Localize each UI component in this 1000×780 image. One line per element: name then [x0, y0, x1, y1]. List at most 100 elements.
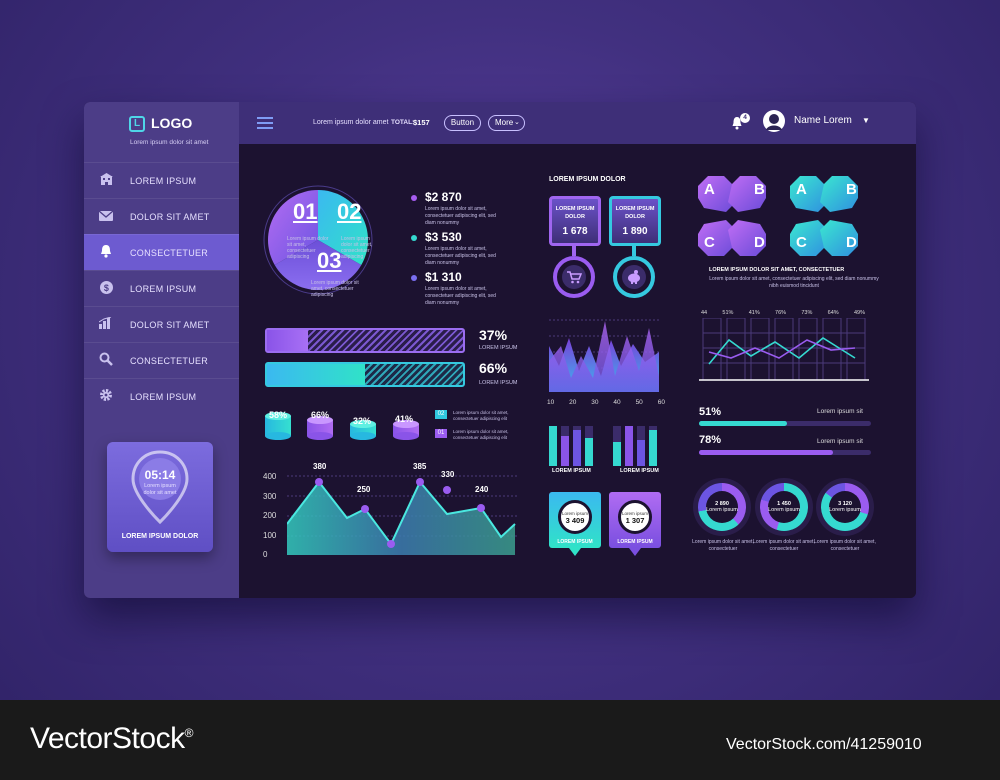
user-name[interactable]: Name Lorem — [794, 115, 852, 126]
piggy-icon-circle — [613, 256, 655, 298]
logo-text: LOGO — [151, 115, 193, 131]
abcd-letter: B — [754, 181, 765, 198]
cylinder-label: 41% — [395, 414, 414, 424]
cylinder-label: 66% — [311, 410, 330, 420]
donut-3[interactable]: 3 120 Lorem ipsum — [816, 478, 874, 536]
gear-icon — [98, 388, 114, 405]
progress-percent: 37% — [479, 327, 508, 343]
sidebar-item-label: LOREM IPSUM — [130, 283, 197, 294]
donut-caption: Lorem ipsum dolor sit amet, consectetuer — [814, 539, 876, 552]
data-label: 240 — [475, 485, 489, 494]
user-menu-chevron-icon[interactable]: ▼ — [862, 116, 870, 125]
legend-badge: 02 — [435, 410, 447, 419]
data-label: 380 — [313, 462, 327, 471]
total-value: $157 — [413, 118, 430, 127]
more-dropdown[interactable]: More ⌄ — [488, 115, 525, 131]
data-point[interactable] — [477, 504, 485, 512]
legend-text: Lorem ipsum dolor sit amet, consectetuer… — [453, 410, 509, 421]
sidebar-item-label: CONSECTETUER — [130, 247, 209, 258]
pin-card-1[interactable]: Lorem ipsum 3 409 LOREM IPSUM — [549, 492, 601, 556]
data-point[interactable] — [315, 478, 323, 486]
pin-card-2[interactable]: Lorem ipsum 1 307 LOREM IPSUM — [609, 492, 661, 556]
donut-caption: Lorem ipsum dolor sit amet, consectetuer — [692, 539, 754, 552]
sidebar-item-label: LOREM IPSUM — [130, 175, 197, 186]
pin-value-circle: Lorem ipsum 3 409 — [558, 500, 592, 534]
data-label: 330 — [441, 470, 455, 479]
data-point[interactable] — [387, 540, 395, 548]
abcd-letter: D — [754, 234, 765, 251]
sidebar-item-label: DOLOR SIT AMET — [130, 319, 210, 330]
avatar[interactable] — [763, 110, 785, 132]
progress-bar-2 — [265, 362, 465, 387]
pie-caption: Lorem ipsum dolor sit amet, consectetuer… — [341, 236, 373, 260]
center-title: LOREM IPSUM DOLOR — [549, 176, 626, 183]
progress-line-fill — [699, 450, 834, 455]
data-label: 250 — [357, 485, 371, 494]
data-point[interactable] — [361, 505, 369, 513]
data-point[interactable] — [443, 486, 451, 494]
menu-icon[interactable] — [257, 117, 273, 129]
abcd-letter: C — [704, 234, 715, 251]
cylinder-label: 58% — [269, 410, 288, 420]
legend-dot — [411, 235, 417, 241]
svg-text:$: $ — [103, 283, 108, 293]
sidebar-item-lorem-ipsum-2[interactable]: $ LOREM IPSUM — [84, 270, 239, 306]
sidebar-item-dolor-sit-amet[interactable]: DOLOR SIT AMET — [84, 198, 239, 234]
widget-time: 05:14 — [144, 468, 176, 482]
legend-dot — [411, 275, 417, 281]
stat-card-2[interactable]: LOREM IPSUM DOLOR 1 890 — [609, 196, 661, 246]
data-label: 385 — [413, 462, 427, 471]
logo-icon: L — [129, 116, 145, 132]
watermark-footer: VectorStock® VectorStock.com/41259010 — [0, 700, 1000, 780]
sidebar-item-consectetuer-2[interactable]: CONSECTETUER — [84, 342, 239, 378]
area-chart-y-axis: 400 300 200 100 0 — [263, 472, 277, 559]
dollar-icon: $ — [98, 280, 114, 297]
abcd-text: Lorem ipsum dolor sit amet, consectetuer… — [709, 276, 879, 289]
stat-card-1[interactable]: LOREM IPSUM DOLOR 1 678 — [549, 196, 601, 246]
legend-badge: 01 — [435, 429, 447, 438]
logo-tagline: Lorem ipsum dolor sit amet — [130, 139, 209, 146]
progress-label: Lorem ipsum sit — [817, 408, 863, 415]
notifications-button[interactable]: 4 — [731, 113, 750, 136]
sidebar-item-lorem-ipsum[interactable]: LOREM IPSUM — [84, 162, 239, 198]
topbar-button[interactable]: Button — [444, 115, 481, 131]
bar-chart-icon — [98, 316, 114, 332]
area-chart — [287, 475, 517, 555]
brand-url: VectorStock.com/41259010 — [726, 736, 922, 753]
donut-1[interactable]: 2 890 Lorem ipsum — [693, 478, 751, 536]
dashboard-window: L LOGO Lorem ipsum dolor sit amet LOREM … — [84, 102, 916, 598]
sidebar-item-label: DOLOR SIT AMET — [130, 211, 210, 222]
notification-badge: 4 — [740, 113, 750, 123]
donut-caption: Lorem ipsum dolor sit amet, consectetuer — [753, 539, 815, 552]
topbar-text: Lorem ipsum dolor amet — [313, 119, 389, 126]
sidebar-item-lorem-ipsum-3[interactable]: LOREM IPSUM — [84, 378, 239, 414]
sidebar: L LOGO Lorem ipsum dolor sit amet LOREM … — [84, 102, 239, 598]
topbar: Lorem ipsum dolor amet TOTAL: $157 Butto… — [239, 102, 916, 144]
pie-caption: Lorem ipsum dolor sit amet, consectetuer… — [311, 280, 359, 298]
progress-line-fill — [699, 421, 787, 426]
progress-percent: 66% — [479, 360, 508, 376]
mountain-chart — [549, 319, 659, 392]
abcd-letter: A — [704, 181, 715, 198]
progress-label: LOREM IPSUM — [479, 380, 518, 386]
abcd-letter: D — [846, 234, 857, 251]
sidebar-item-consectetuer[interactable]: CONSECTETUER — [84, 234, 239, 270]
progress-bar-fill — [267, 364, 365, 385]
search-icon — [98, 352, 114, 369]
main-content: 01 02 03 Lorem ipsum dolor sit amet, con… — [239, 144, 916, 598]
data-point[interactable] — [416, 478, 424, 486]
column-line-chart — [699, 318, 869, 381]
progress-percent: 78% — [699, 434, 722, 446]
donut-2[interactable]: 1 450 Lorem ipsum — [755, 478, 813, 536]
grouped-bar-chart — [549, 426, 657, 466]
legend-dot — [411, 195, 417, 201]
location-widget[interactable]: 05:14 Lorem ipsum dolor sit amet LOREM I… — [107, 442, 213, 552]
abcd-letter: A — [796, 181, 807, 198]
pie-caption: Lorem ipsum dolor sit amet, consectetuer… — [287, 236, 329, 260]
sidebar-item-dolor-sit-amet-2[interactable]: DOLOR SIT AMET — [84, 306, 239, 342]
progress-bar-1 — [265, 328, 465, 353]
legend-text: Lorem ipsum dolor sit amet, consectetuer… — [453, 429, 509, 440]
progress-line-1 — [699, 421, 871, 426]
pie-label-02: 02 — [337, 199, 362, 224]
chevron-down-icon: ⌄ — [514, 119, 520, 126]
